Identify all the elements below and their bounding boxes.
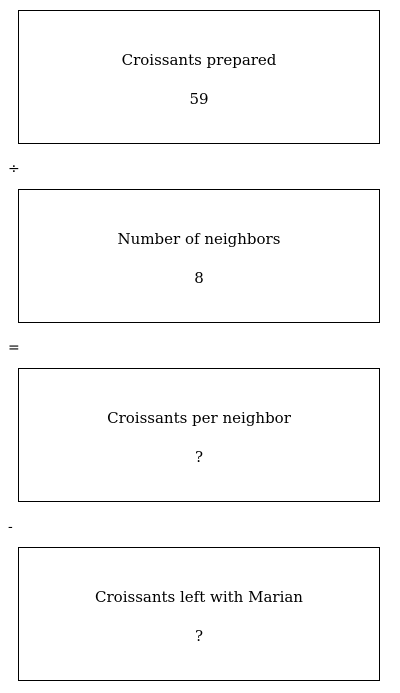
box-label: Croissants left with Marian (95, 588, 303, 606)
remainder-operator: - (8, 519, 13, 535)
box-value: 8 (194, 269, 204, 287)
box-value: 59 (189, 90, 209, 108)
box-label: Croissants prepared (121, 51, 277, 69)
croissants-left-box: Croissants left with Marian ? (18, 547, 380, 681)
box-value: ? (194, 448, 204, 466)
box-label: Croissants per neighbor (107, 409, 291, 427)
box-value: ? (194, 627, 204, 645)
equals-operator: = (8, 340, 20, 356)
croissants-per-neighbor-box: Croissants per neighbor ? (18, 368, 380, 502)
box-label: Number of neighbors (117, 230, 281, 248)
croissants-prepared-box: Croissants prepared 59 (18, 10, 380, 144)
divide-operator: ÷ (8, 161, 20, 177)
number-of-neighbors-box: Number of neighbors 8 (18, 189, 380, 323)
